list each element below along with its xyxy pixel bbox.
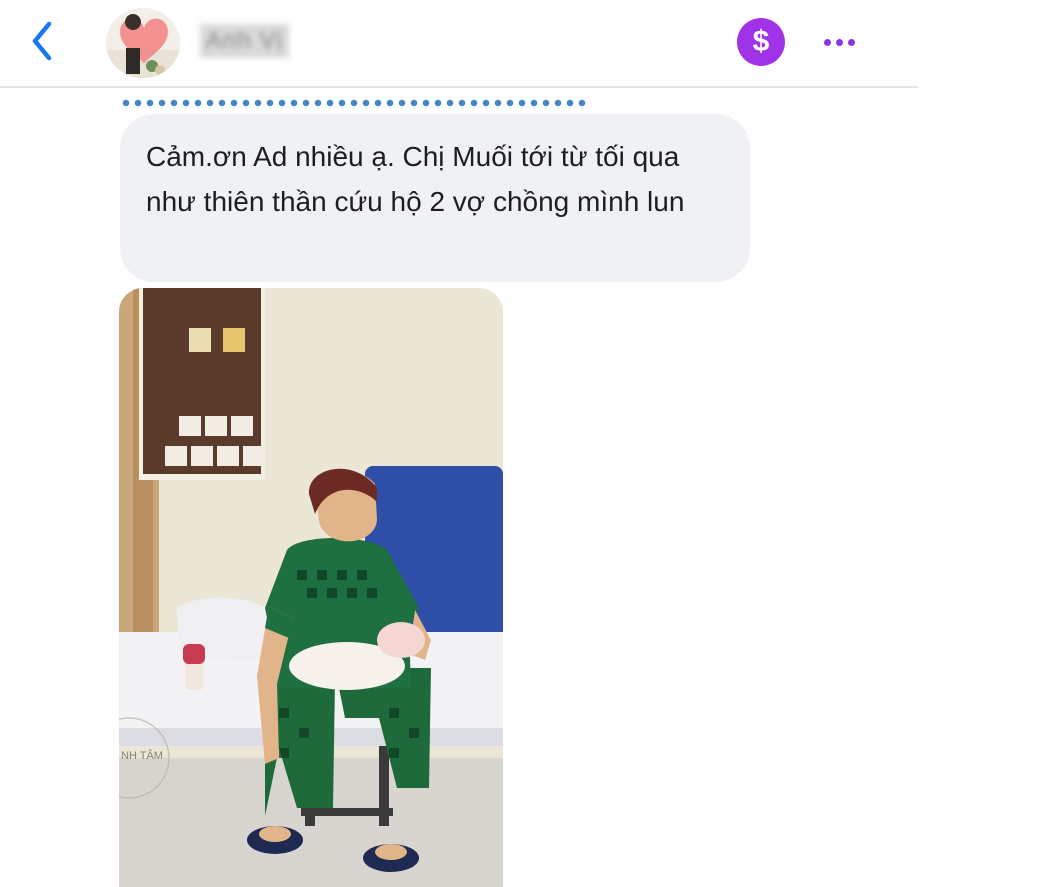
chat-header: Anh Vị $	[0, 0, 918, 88]
back-button[interactable]	[22, 18, 62, 64]
contact-name[interactable]: Anh Vị	[200, 24, 289, 58]
more-dot-icon	[847, 38, 855, 46]
message-divider	[120, 98, 588, 108]
avatar[interactable]	[106, 8, 180, 78]
more-dot-icon	[823, 38, 831, 46]
dollar-icon: $	[752, 25, 770, 58]
chat-screen: Anh Vị $ Cảm.ơn Ad nhiều ạ. Chị Muối tới…	[0, 0, 1058, 887]
photo-message[interactable]: NH TÂM	[119, 288, 503, 887]
payment-button[interactable]: $	[737, 18, 785, 66]
photo-image	[119, 288, 503, 887]
photo-watermark: NH TÂM	[121, 750, 163, 762]
message-bubble[interactable]: Cảm.ơn Ad nhiều ạ. Chị Muối tới từ tối q…	[120, 114, 750, 282]
more-dot-icon	[835, 38, 843, 46]
more-options-button[interactable]	[814, 26, 864, 58]
avatar-image	[106, 8, 180, 78]
chevron-left-icon	[32, 21, 52, 61]
message-text: Cảm.ơn Ad nhiều ạ. Chị Muối tới từ tối q…	[146, 141, 685, 217]
